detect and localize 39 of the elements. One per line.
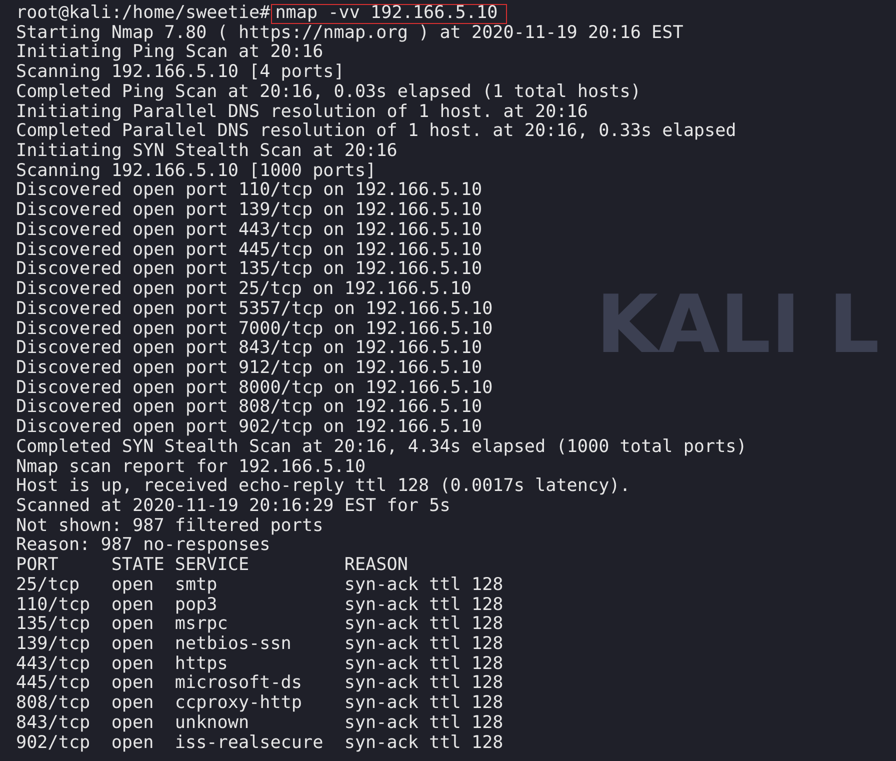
output-line: 443/tcp open https syn-ack ttl 128 bbox=[16, 654, 504, 674]
output-line: Completed SYN Stealth Scan at 20:16, 4.34s elapsed (1000 total ports) bbox=[16, 438, 748, 458]
output-line: Discovered open port 110/tcp on 192.166.5.10 bbox=[16, 181, 484, 202]
output-line: Host is up, received echo-reply ttl 128 (0.0017s latency). bbox=[16, 477, 632, 497]
output-line: 843/tcp open unknown syn-ack ttl 128 bbox=[16, 714, 504, 734]
output-line: Discovered open port 25/tcp on 192.166.5.10 bbox=[16, 280, 472, 300]
output-line: Discovered open port 443/tcp on 192.166.5.10 bbox=[16, 220, 484, 241]
output-line: 110/tcp open pop3 syn-ack ttl 128 bbox=[16, 596, 504, 616]
output-line: Scanned at 2020-11-19 20:16:29 EST for 5s bbox=[16, 496, 452, 517]
output-line: Discovered open port 808/tcp on 192.166.5.10 bbox=[16, 398, 484, 418]
output-line: Discovered open port 139/tcp on 192.166.5.10 bbox=[16, 201, 484, 221]
output-line: Not shown: 987 filtered ports bbox=[16, 516, 324, 536]
output-line: 25/tcp open smtp syn-ack ttl 128 bbox=[16, 576, 504, 596]
output-line: Discovered open port 843/tcp on 192.166.5.10 bbox=[16, 339, 484, 359]
output-line: Initiating SYN Stealth Scan at 20:16 bbox=[16, 142, 398, 162]
output-line: 135/tcp open msrpc syn-ack ttl 128 bbox=[16, 615, 504, 635]
output-line: Completed Ping Scan at 20:16, 0.03s elapsed (1 total hosts) bbox=[16, 82, 642, 103]
output-line: Discovered open port 8000/tcp on 192.166.5.10 bbox=[16, 378, 494, 398]
output-line: Scanning 192.166.5.10 [4 ports] bbox=[16, 63, 346, 83]
output-line: Nmap scan report for 192.166.5.10 bbox=[16, 458, 367, 478]
output-line: Discovered open port 445/tcp on 192.166.5.10 bbox=[16, 240, 484, 260]
output-line: Completed Parallel DNS resolution of 1 host. at 20:16, 0.33s elapsed bbox=[16, 122, 738, 142]
output-line: 445/tcp open microsoft-ds syn-ack ttl 128 bbox=[16, 674, 504, 694]
output-line: Discovered open port 902/tcp on 192.166.5.10 bbox=[16, 418, 484, 438]
output-line: 808/tcp open ccproxy-http syn-ack ttl 128 bbox=[16, 694, 504, 714]
shell-prompt: root@kali:/home/sweetie# bbox=[16, 4, 270, 24]
output-line: Discovered open port 135/tcp on 192.166.5.10 bbox=[16, 260, 484, 280]
output-line: Discovered open port 7000/tcp on 192.166.5.10 bbox=[16, 320, 494, 340]
output-line: PORT STATE SERVICE REASON bbox=[16, 556, 409, 576]
output-line: Starting Nmap 7.80 ( https://nmap.org ) at 2020-11-19 20:16 EST bbox=[16, 24, 684, 44]
output-line: Discovered open port 912/tcp on 192.166.5.10 bbox=[16, 358, 484, 379]
output-line: 902/tcp open iss-realsecure syn-ack ttl 128 bbox=[16, 734, 504, 754]
output-line: 139/tcp open netbios-ssn syn-ack ttl 128 bbox=[16, 635, 504, 655]
output-line: Initiating Parallel DNS resolution of 1 host. at 20:16 bbox=[16, 102, 589, 122]
output-line: Initiating Ping Scan at 20:16 bbox=[16, 43, 324, 64]
output-line: Discovered open port 5357/tcp on 192.166.5.10 bbox=[16, 300, 494, 320]
command-text: nmap -vv 192.166.5.10 bbox=[271, 4, 507, 24]
output-line: Scanning 192.166.5.10 [1000 ports] bbox=[16, 162, 378, 182]
output-line: Reason: 987 no-responses bbox=[16, 536, 272, 556]
